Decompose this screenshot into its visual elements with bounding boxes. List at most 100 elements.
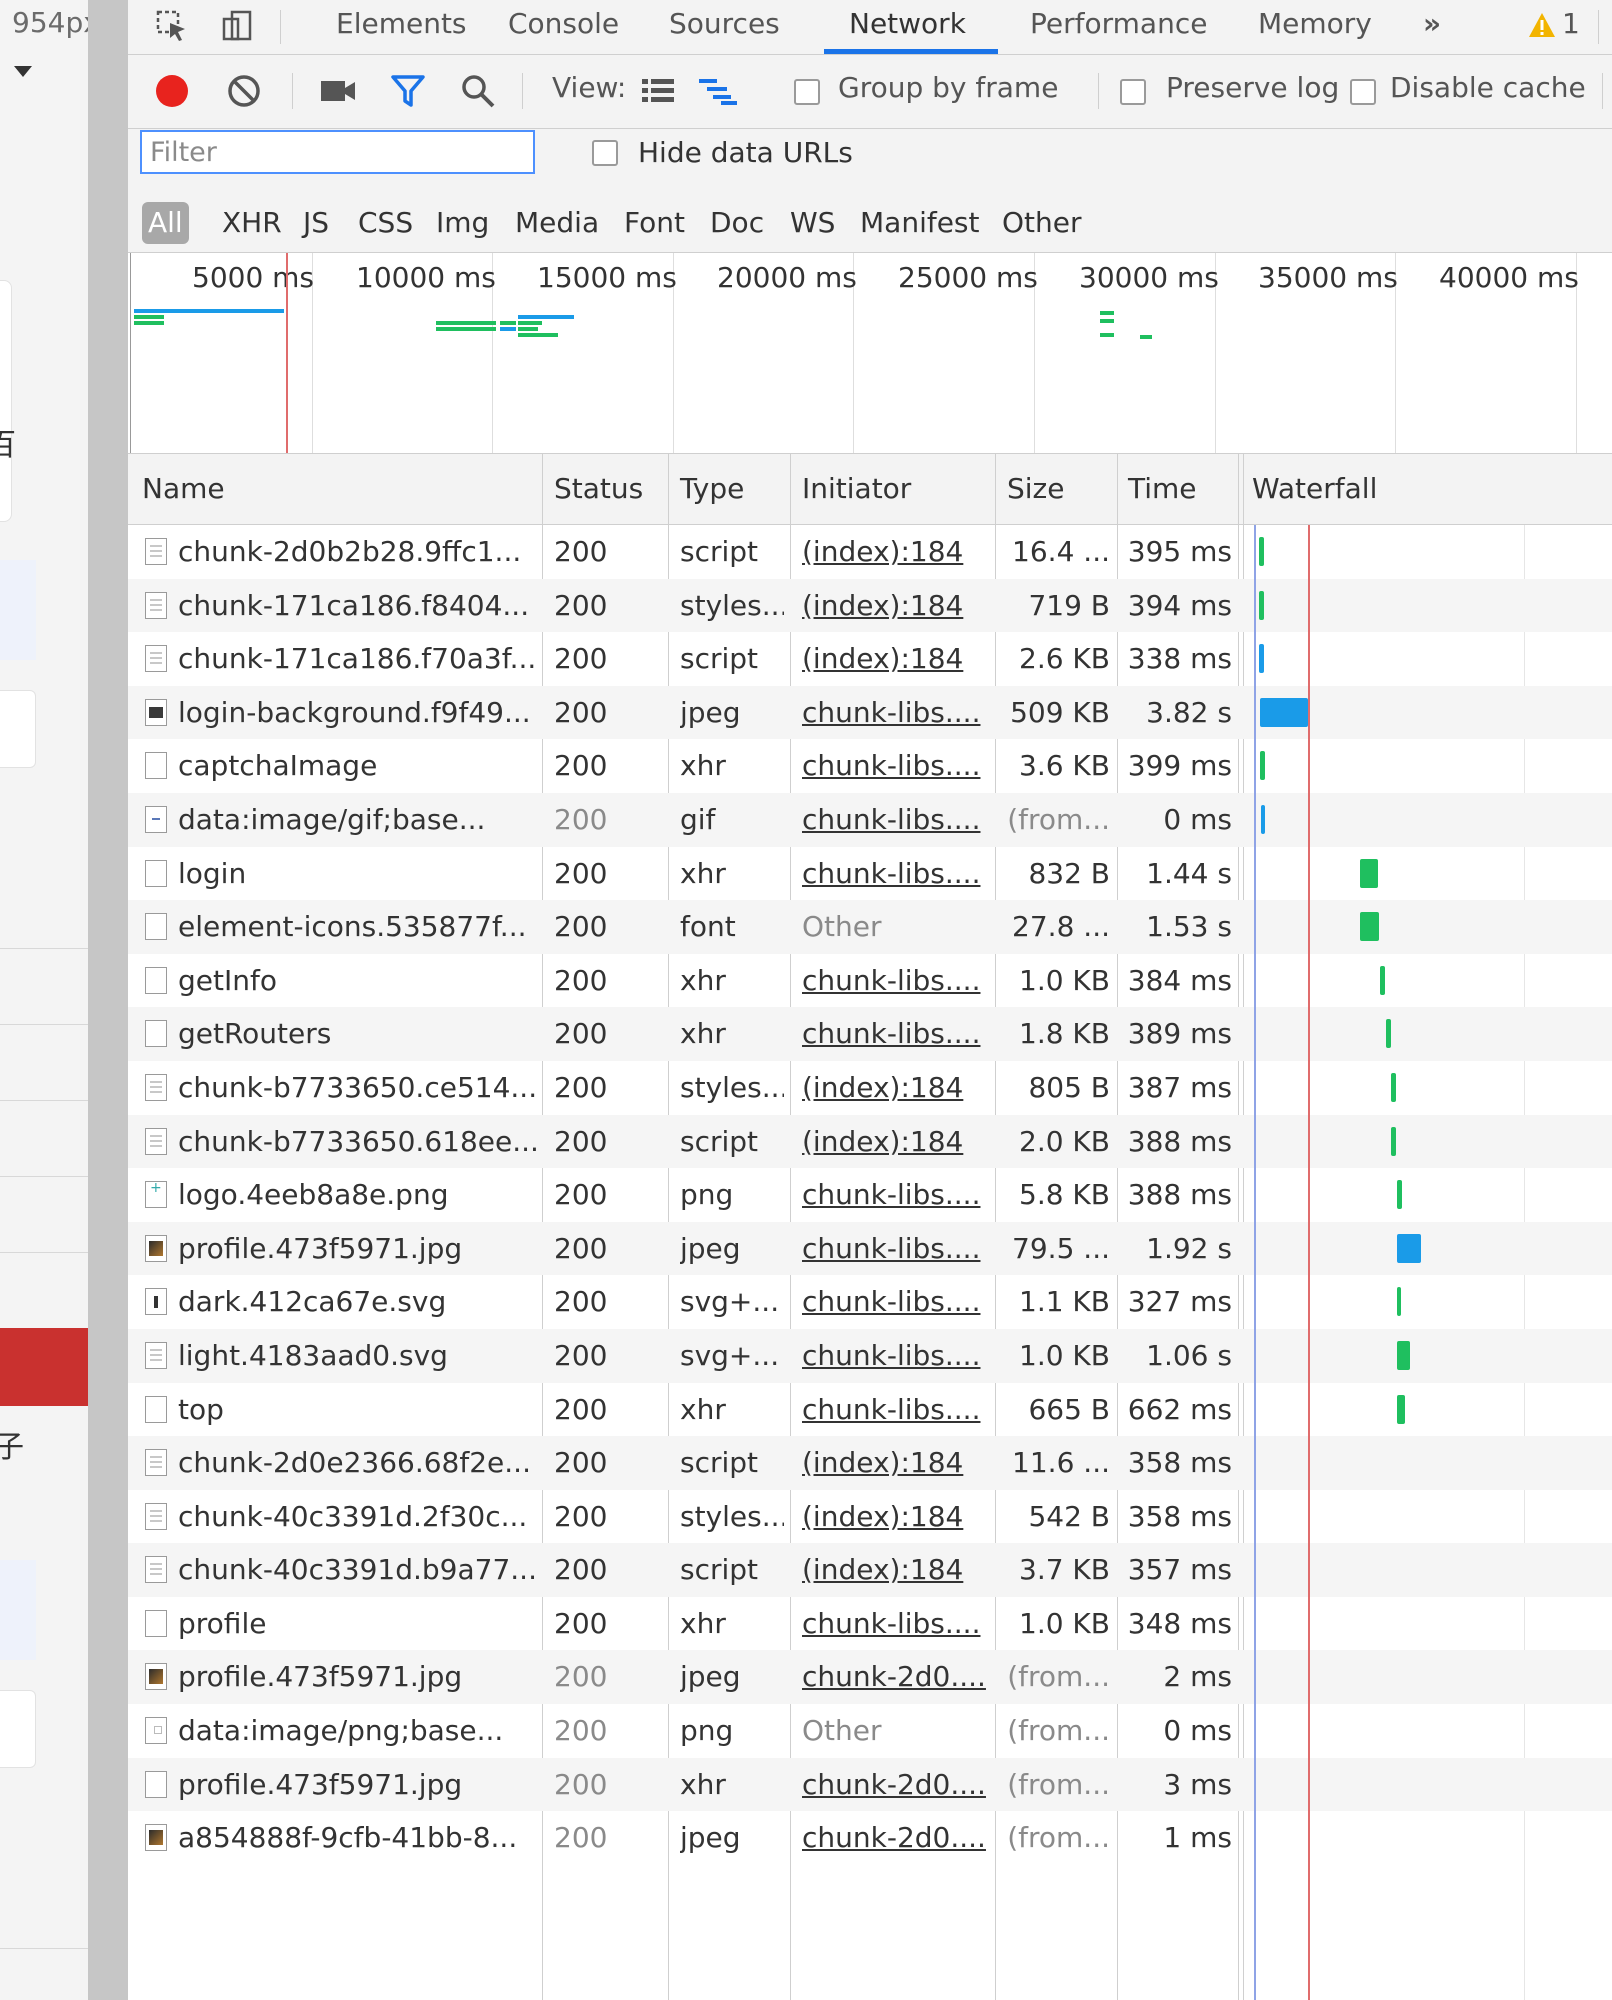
request-initiator[interactable]: chunk-2d0.... (802, 1650, 988, 1704)
filter-funnel-icon[interactable] (386, 69, 430, 113)
request-row[interactable]: chunk-2d0e2366.68f2e... 200 script (index):… (128, 1436, 1612, 1490)
tab-elements[interactable]: Elements (336, 0, 467, 54)
request-row[interactable]: chunk-171ca186.f70a3f... 200 script (index)… (128, 632, 1612, 686)
request-row[interactable]: element-icons.535877f... 200 font Other 27.8… (128, 900, 1612, 954)
request-initiator[interactable]: (index):184 (802, 1543, 988, 1597)
request-initiator[interactable]: chunk-libs.... (802, 793, 988, 847)
waterfall-bar[interactable] (1385, 1019, 1391, 1049)
clear-icon[interactable] (222, 69, 266, 113)
waterfall-bar[interactable] (1390, 1126, 1396, 1156)
waterfall-bar[interactable] (1397, 1233, 1422, 1263)
waterfall-bar[interactable] (1397, 1287, 1402, 1317)
request-initiator[interactable]: chunk-libs.... (802, 847, 988, 901)
request-initiator[interactable]: (index):184 (802, 632, 988, 686)
request-row[interactable]: top 200 xhr chunk-libs.... 665 B 662 ms (128, 1383, 1612, 1437)
request-row[interactable]: profile.473f5971.jpg 200 jpeg chunk-2d0....… (128, 1650, 1612, 1705)
tab-sources[interactable]: Sources (669, 0, 780, 54)
large-rows-list-icon[interactable] (638, 71, 678, 111)
tab-performance[interactable]: Performance (1030, 0, 1207, 54)
warning-triangle-icon[interactable] (1525, 8, 1559, 42)
inspect-element-icon[interactable] (152, 6, 192, 46)
preserve-log-checkbox[interactable] (1120, 79, 1146, 105)
request-initiator[interactable]: chunk-libs.... (802, 739, 988, 793)
request-initiator[interactable]: chunk-libs.... (802, 686, 988, 740)
type-filter-ws[interactable]: WS (790, 202, 835, 244)
device-toolbar-icon[interactable] (218, 6, 258, 46)
request-row[interactable]: chunk-b7733650.ce514... 200 styles... (inde… (128, 1061, 1612, 1115)
request-initiator[interactable]: (index):184 (802, 1061, 988, 1115)
screenshot-camera-icon[interactable] (316, 69, 360, 113)
column-header-size[interactable]: Size (1007, 454, 1064, 524)
waterfall-bar[interactable] (1260, 751, 1266, 781)
request-row[interactable]: logo.4eeb8a8e.png 200 png chunk-libs.... 5.8… (128, 1168, 1612, 1222)
request-row[interactable]: a854888f-9cfb-41bb-8... 200 jpeg chunk-2d0.… (128, 1811, 1612, 1865)
request-row[interactable]: login-background.f9f49... 200 jpeg chunk-li… (128, 685, 1612, 740)
search-icon[interactable] (456, 69, 500, 113)
waterfall-bar[interactable] (1397, 1180, 1402, 1210)
waterfall-bar[interactable] (1397, 1394, 1406, 1424)
waterfall-bar[interactable] (1260, 804, 1265, 834)
request-row[interactable]: profile 200 xhr chunk-libs.... 1.0 KB 348 ms (128, 1597, 1612, 1651)
request-initiator[interactable]: chunk-libs.... (802, 1168, 988, 1222)
request-row[interactable]: chunk-2d0b2b28.9ffc1... 200 script (index):… (128, 525, 1612, 579)
request-initiator[interactable]: (index):184 (802, 1115, 988, 1169)
waterfall-bar[interactable] (1259, 537, 1265, 566)
column-header-type[interactable]: Type (680, 454, 744, 524)
request-row[interactable]: chunk-40c3391d.b9a77... 200 script (index):… (128, 1543, 1612, 1597)
type-filter-other[interactable]: Other (1002, 202, 1082, 244)
request-initiator[interactable]: (index):184 (802, 579, 988, 633)
network-overview-timeline[interactable]: 5000 ms 10000 ms 15000 ms 20000 ms 25000… (128, 253, 1612, 454)
filter-input[interactable] (140, 130, 535, 174)
type-filter-xhr[interactable]: XHR (222, 202, 282, 244)
request-initiator[interactable]: chunk-libs.... (802, 1329, 988, 1383)
waterfall-bar[interactable] (1390, 1072, 1396, 1102)
request-row[interactable]: chunk-40c3391d.2f30c... 200 styles... (inde… (128, 1490, 1612, 1544)
type-filter-manifest[interactable]: Manifest (860, 202, 980, 244)
request-initiator[interactable]: chunk-libs.... (802, 1222, 988, 1276)
column-header-name[interactable]: Name (142, 454, 225, 524)
type-filter-doc[interactable]: Doc (710, 202, 764, 244)
request-row[interactable]: light.4183aad0.svg 200 svg+... chunk-libs..… (128, 1328, 1612, 1383)
waterfall-bar[interactable] (1360, 858, 1379, 888)
dropdown-arrow-icon[interactable] (14, 66, 32, 77)
waterfall-bar[interactable] (1259, 590, 1265, 620)
disable-cache-checkbox[interactable] (1350, 79, 1376, 105)
type-filter-js[interactable]: JS (303, 202, 329, 244)
request-row[interactable]: dark.412ca67e.svg 200 svg+... chunk-libs...… (128, 1275, 1612, 1329)
tab-network[interactable]: Network (849, 0, 966, 54)
request-row[interactable]: chunk-b7733650.618ee... 200 script (index):… (128, 1114, 1612, 1169)
request-initiator[interactable]: chunk-libs.... (802, 1275, 988, 1329)
request-initiator[interactable]: chunk-libs.... (802, 954, 988, 1008)
column-header-initiator[interactable]: Initiator (802, 454, 911, 524)
waterfall-bar[interactable] (1380, 965, 1386, 995)
waterfall-bar[interactable] (1397, 1340, 1411, 1370)
request-row[interactable]: login 200 xhr chunk-libs.... 832 B 1.44 s (128, 847, 1612, 901)
request-initiator[interactable]: chunk-2d0.... (802, 1758, 988, 1812)
group-by-frame-checkbox[interactable] (794, 79, 820, 105)
request-initiator[interactable]: (index):184 (802, 525, 988, 579)
request-initiator[interactable]: chunk-libs.... (802, 1383, 988, 1437)
request-row[interactable]: captchaImage 200 xhr chunk-libs.... 3.6 KB 39… (128, 739, 1612, 793)
request-row[interactable]: data:image/png;base... 200 png Other (from..… (128, 1704, 1612, 1758)
record-icon[interactable] (150, 69, 194, 113)
request-row[interactable]: profile.473f5971.jpg 200 xhr chunk-2d0.... (… (128, 1757, 1612, 1812)
tab-console[interactable]: Console (508, 0, 619, 54)
warning-count[interactable]: 1 (1562, 0, 1580, 54)
more-tabs-icon[interactable]: » (1423, 0, 1441, 54)
waterfall-overview-icon[interactable] (696, 71, 740, 111)
column-header-status[interactable]: Status (554, 454, 643, 524)
hide-data-urls-checkbox[interactable] (592, 140, 618, 166)
request-initiator[interactable]: chunk-libs.... (802, 1007, 988, 1061)
type-filter-css[interactable]: CSS (358, 202, 413, 244)
request-row[interactable]: profile.473f5971.jpg 200 jpeg chunk-libs...… (128, 1221, 1612, 1276)
request-initiator[interactable]: (index):184 (802, 1490, 988, 1544)
devtools-resize-handle[interactable] (88, 0, 128, 2000)
waterfall-bar[interactable] (1360, 912, 1380, 942)
column-header-waterfall[interactable]: Waterfall (1252, 454, 1377, 524)
type-filter-img[interactable]: Img (436, 202, 489, 244)
request-initiator[interactable]: (index):184 (802, 1436, 988, 1490)
request-row[interactable]: chunk-171ca186.f8404... 200 styles... (inde… (128, 578, 1612, 633)
request-row[interactable]: getInfo 200 xhr chunk-libs.... 1.0 KB 384 ms (128, 954, 1612, 1008)
column-header-time[interactable]: Time (1128, 454, 1197, 524)
waterfall-bar[interactable] (1260, 697, 1308, 727)
